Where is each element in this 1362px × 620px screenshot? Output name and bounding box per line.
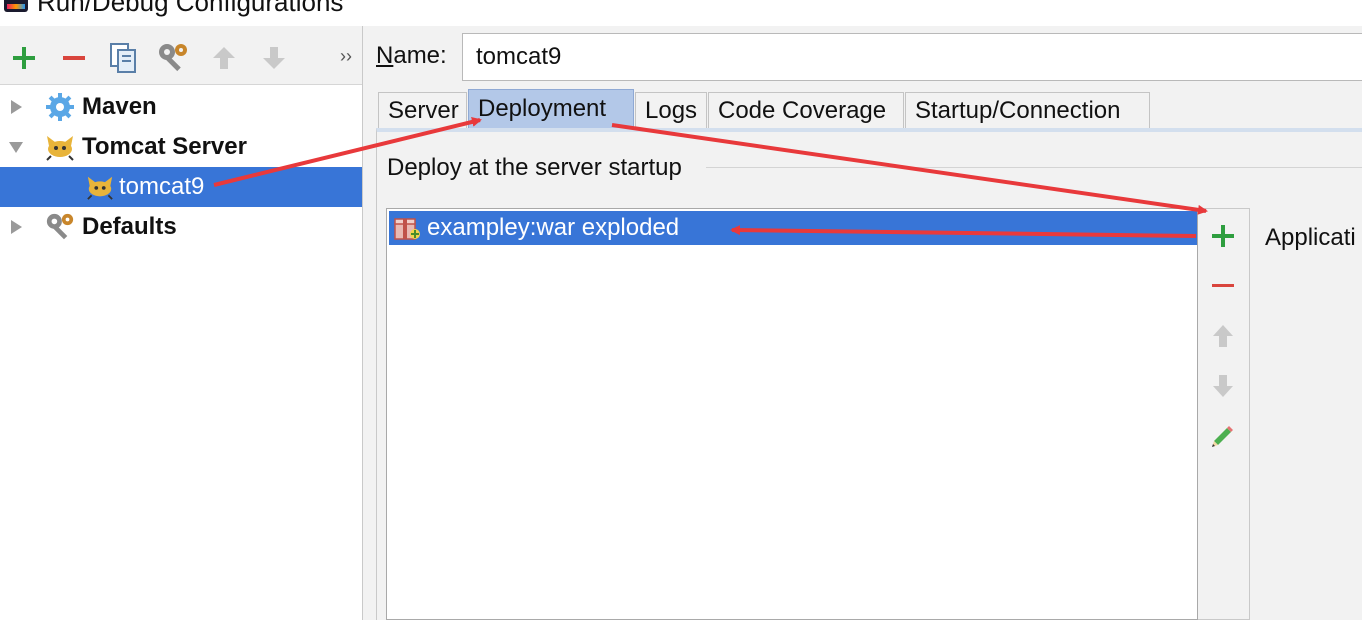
move-up-deployment-button[interactable]	[1208, 321, 1238, 351]
remove-deployment-button[interactable]	[1208, 271, 1238, 301]
tree-item-tomcat-server[interactable]: Tomcat Server	[0, 127, 362, 167]
deployment-side-toolbar	[1198, 208, 1250, 620]
deploy-section-label: Deploy at the server startup	[387, 154, 682, 181]
copy-icon	[110, 43, 136, 73]
remove-icon	[1212, 284, 1234, 287]
name-field[interactable]: tomcat9	[462, 33, 1362, 81]
edit-pencil-icon	[1212, 426, 1233, 447]
tree-item-label: Tomcat Server	[82, 133, 247, 160]
tree-item-label: tomcat9	[119, 173, 205, 200]
more-icon[interactable]: ››	[340, 46, 352, 67]
remove-button[interactable]	[57, 40, 91, 76]
tree-item-maven[interactable]: Maven	[0, 87, 362, 127]
wrench-icon	[46, 213, 74, 240]
remove-icon	[63, 56, 85, 60]
move-up-button[interactable]	[207, 40, 241, 76]
edit-deployment-button[interactable]	[1208, 421, 1238, 451]
collapse-arrow-icon[interactable]	[8, 139, 24, 155]
move-down-button[interactable]	[257, 40, 291, 76]
move-down-icon	[1213, 375, 1233, 397]
tree-item-label: Maven	[82, 93, 157, 120]
tab-code-coverage[interactable]: Code Coverage	[708, 92, 904, 129]
tree-item-defaults[interactable]: Defaults	[0, 207, 362, 247]
application-context-label: Applicati	[1265, 224, 1356, 251]
tab-startup-connection[interactable]: Startup/Connection	[905, 92, 1150, 129]
tomcat-icon	[46, 136, 74, 161]
app-icon	[4, 0, 28, 12]
artifact-icon	[394, 218, 420, 240]
move-up-icon	[213, 47, 235, 69]
window-title-bar: Run/Debug Configurations	[0, 0, 1362, 26]
add-icon	[13, 47, 35, 69]
window-title: Run/Debug Configurations	[37, 0, 344, 17]
tab-deployment[interactable]: Deployment	[468, 89, 634, 129]
section-divider	[706, 167, 1362, 168]
maven-gear-icon	[46, 93, 74, 121]
tree-item-tomcat9[interactable]: tomcat9	[0, 167, 362, 207]
expand-arrow-icon[interactable]	[8, 99, 24, 115]
add-button[interactable]	[7, 40, 41, 76]
settings-button[interactable]	[156, 40, 190, 76]
move-up-icon	[1213, 325, 1233, 347]
add-icon	[1212, 225, 1234, 247]
copy-button[interactable]	[106, 40, 140, 76]
configurations-panel: ›› Maven Tomcat Server tomcat9 Defaults	[0, 26, 363, 620]
configurations-tree: Maven Tomcat Server tomcat9 Defaults	[0, 84, 362, 620]
add-deployment-button[interactable]	[1208, 221, 1238, 251]
expand-arrow-icon[interactable]	[8, 219, 24, 235]
tab-server[interactable]: Server	[378, 92, 467, 129]
list-item[interactable]: exampley:war exploded	[389, 211, 1197, 245]
configurations-toolbar: ››	[0, 26, 362, 84]
tab-logs[interactable]: Logs	[635, 92, 707, 129]
tree-item-label: Defaults	[82, 213, 177, 240]
deployment-list[interactable]: exampley:war exploded	[386, 208, 1198, 620]
name-label: Name:	[376, 42, 447, 69]
move-down-icon	[263, 47, 285, 69]
list-item-label: exampley:war exploded	[427, 214, 680, 241]
tomcat-icon	[87, 176, 113, 200]
settings-wrench-icon	[159, 44, 187, 72]
move-down-deployment-button[interactable]	[1208, 371, 1238, 401]
